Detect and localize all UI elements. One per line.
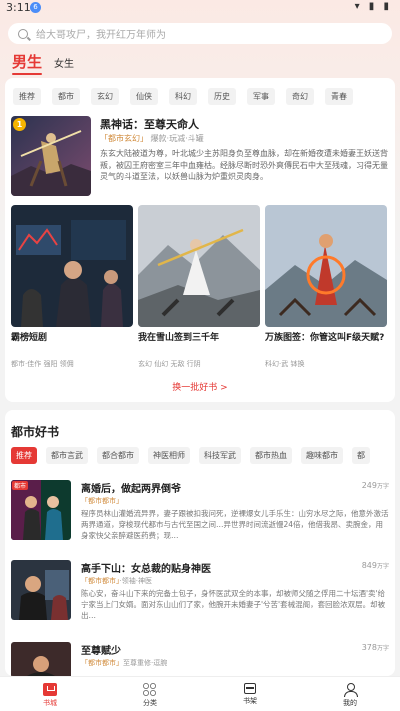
user-icon: [344, 683, 358, 697]
status-time: 3:11: [6, 1, 31, 14]
grid-book[interactable]: 霸榜短剧 都市·佳作 强阳 领佣: [11, 205, 133, 369]
book-cover: [265, 205, 387, 327]
search-input[interactable]: 给大哥攻尸，我开红万年师为: [8, 23, 392, 44]
recommend-card: 推荐 都市 玄幻 仙侠 科幻 历史 军事 奇幻 青春 1 黑神话：至尊天命人 「…: [5, 78, 395, 402]
tab-female[interactable]: 女生: [54, 55, 74, 72]
grid-book[interactable]: 我在雪山签到三千年 玄幻 仙幻 无敌 行阴: [138, 205, 260, 369]
list-item[interactable]: 高手下山：女总裁的贴身神医 849万字 「都市都市」·领袖·神医 陈心安，奋斗山…: [11, 560, 389, 620]
rank-badge: 1: [13, 118, 26, 131]
city-tab[interactable]: 神医相师: [148, 447, 190, 464]
bookstore-icon: [43, 683, 57, 696]
category-chip[interactable]: 军事: [247, 88, 275, 105]
category-chip[interactable]: 玄幻: [91, 88, 119, 105]
status-icons: ▾ ▮ ▮: [354, 1, 392, 12]
featured-book-tags: 「都市玄幻」 爆款·玩减·斗罐: [100, 134, 204, 143]
book-title: 万族图签：你管这叫F级天赋?: [265, 333, 385, 343]
category-chips: 推荐 都市 玄幻 仙侠 科幻 历史 军事 奇幻 青春: [13, 88, 364, 105]
book-grid: 霸榜短剧 都市·佳作 强阳 领佣 我在雪山签到三千年 玄幻 仙幻 无敌 行阴 万…: [11, 205, 392, 369]
book-cover: [138, 205, 260, 327]
search-placeholder: 给大哥攻尸，我开红万年师为: [36, 30, 166, 41]
nav-bookstore[interactable]: 书城: [0, 677, 100, 711]
category-chip[interactable]: 科幻: [169, 88, 197, 105]
book-meta: 科幻·武 钵换: [265, 360, 305, 368]
category-chip[interactable]: 都市: [52, 88, 80, 105]
city-tabs: 推荐 都市言武 都合都市 神医相师 科技军武 都市热血 趣味都市 都: [11, 447, 379, 464]
bookshelf-icon: [244, 683, 256, 694]
category-chip[interactable]: 青春: [325, 88, 353, 105]
city-tab[interactable]: 科技军武: [199, 447, 241, 464]
grid-book[interactable]: 万族图签：你管这叫F级天赋? 科幻·武 钵换: [265, 205, 387, 369]
word-count: 849万字: [361, 561, 389, 570]
city-section: 都市好书 推荐 都市言武 都合都市 神医相师 科技军武 都市热血 趣味都市 都 …: [5, 410, 395, 676]
grid-icon: [143, 683, 157, 696]
book-cover: [11, 560, 71, 620]
city-tab[interactable]: 趣味都市: [301, 447, 343, 464]
search-icon: [18, 28, 28, 39]
book-title: 至尊赋少: [81, 646, 121, 657]
notification-icon: 6: [30, 2, 41, 13]
book-meta: 「都市都市」·领袖·神医: [81, 577, 152, 585]
list-item[interactable]: 至尊赋少 378万字 「都市都市」至尊重修·逗腕: [11, 642, 389, 676]
book-tag: 都市: [12, 481, 29, 490]
gender-tabs: 男生 女生: [12, 50, 74, 75]
word-count: 378万字: [361, 643, 389, 652]
city-tab[interactable]: 都合都市: [97, 447, 139, 464]
bottom-nav: 书城 分类 书架 我的: [0, 676, 400, 711]
category-chip[interactable]: 历史: [208, 88, 236, 105]
book-cover: [11, 205, 133, 327]
book-title: 高手下山：女总裁的贴身神医: [81, 564, 211, 575]
category-chip[interactable]: 仙侠: [130, 88, 158, 105]
nav-profile[interactable]: 我的: [300, 677, 400, 711]
book-cover: 都市: [11, 480, 71, 540]
book-cover: [11, 642, 71, 676]
book-title: 离婚后，做起两界倒爷: [81, 484, 181, 495]
city-tab[interactable]: 推荐: [11, 447, 37, 464]
city-tab[interactable]: 都: [352, 447, 370, 464]
category-chip[interactable]: 奇幻: [286, 88, 314, 105]
city-tab[interactable]: 都市热血: [250, 447, 292, 464]
book-title: 我在雪山签到三千年: [138, 333, 220, 343]
book-desc: 程序员林山灌婚流异界，妻子跟被扣我问死，逆裸爆女儿手乐生：山穷水尽之际，他意外激…: [81, 509, 389, 540]
section-title: 都市好书: [11, 425, 60, 439]
book-meta: 玄幻 仙幻 无敌 行阴: [138, 360, 201, 368]
status-bar: 3:11 6 ▾ ▮ ▮: [0, 0, 400, 16]
featured-book-desc: 东玄大陆被道为尊，叶北城少主苏阳身负至尊血脉，却在新婚夜遭未婚妻王妖送背叛，被囚…: [100, 149, 388, 181]
featured-book-cover[interactable]: 1: [11, 116, 91, 196]
book-title: 霸榜短剧: [11, 333, 48, 343]
change-batch-link[interactable]: 换一批好书 >: [5, 380, 395, 393]
nav-bookshelf[interactable]: 书架: [200, 677, 300, 711]
featured-book-title[interactable]: 黑神话：至尊天命人: [100, 116, 199, 132]
book-meta: 「都市都市」至尊重修·逗腕: [81, 659, 168, 667]
book-meta: 都市·佳作 强阳 领佣: [11, 360, 74, 368]
book-meta: 「都市都市」: [81, 497, 123, 505]
tab-male[interactable]: 男生: [12, 51, 43, 75]
category-chip[interactable]: 推荐: [13, 88, 41, 105]
city-tab[interactable]: 都市言武: [46, 447, 88, 464]
book-desc: 陈心安，奋斗山下来的完备土包子，身怀医武双全的本事，却被师父随之俘用二十坛酒'卖…: [81, 589, 386, 620]
list-item[interactable]: 都市 离婚后，做起两界倒爷 249万字 「都市都市」 程序员林山灌婚流异界，妻子…: [11, 480, 389, 540]
nav-category[interactable]: 分类: [100, 677, 200, 711]
word-count: 249万字: [361, 481, 389, 490]
